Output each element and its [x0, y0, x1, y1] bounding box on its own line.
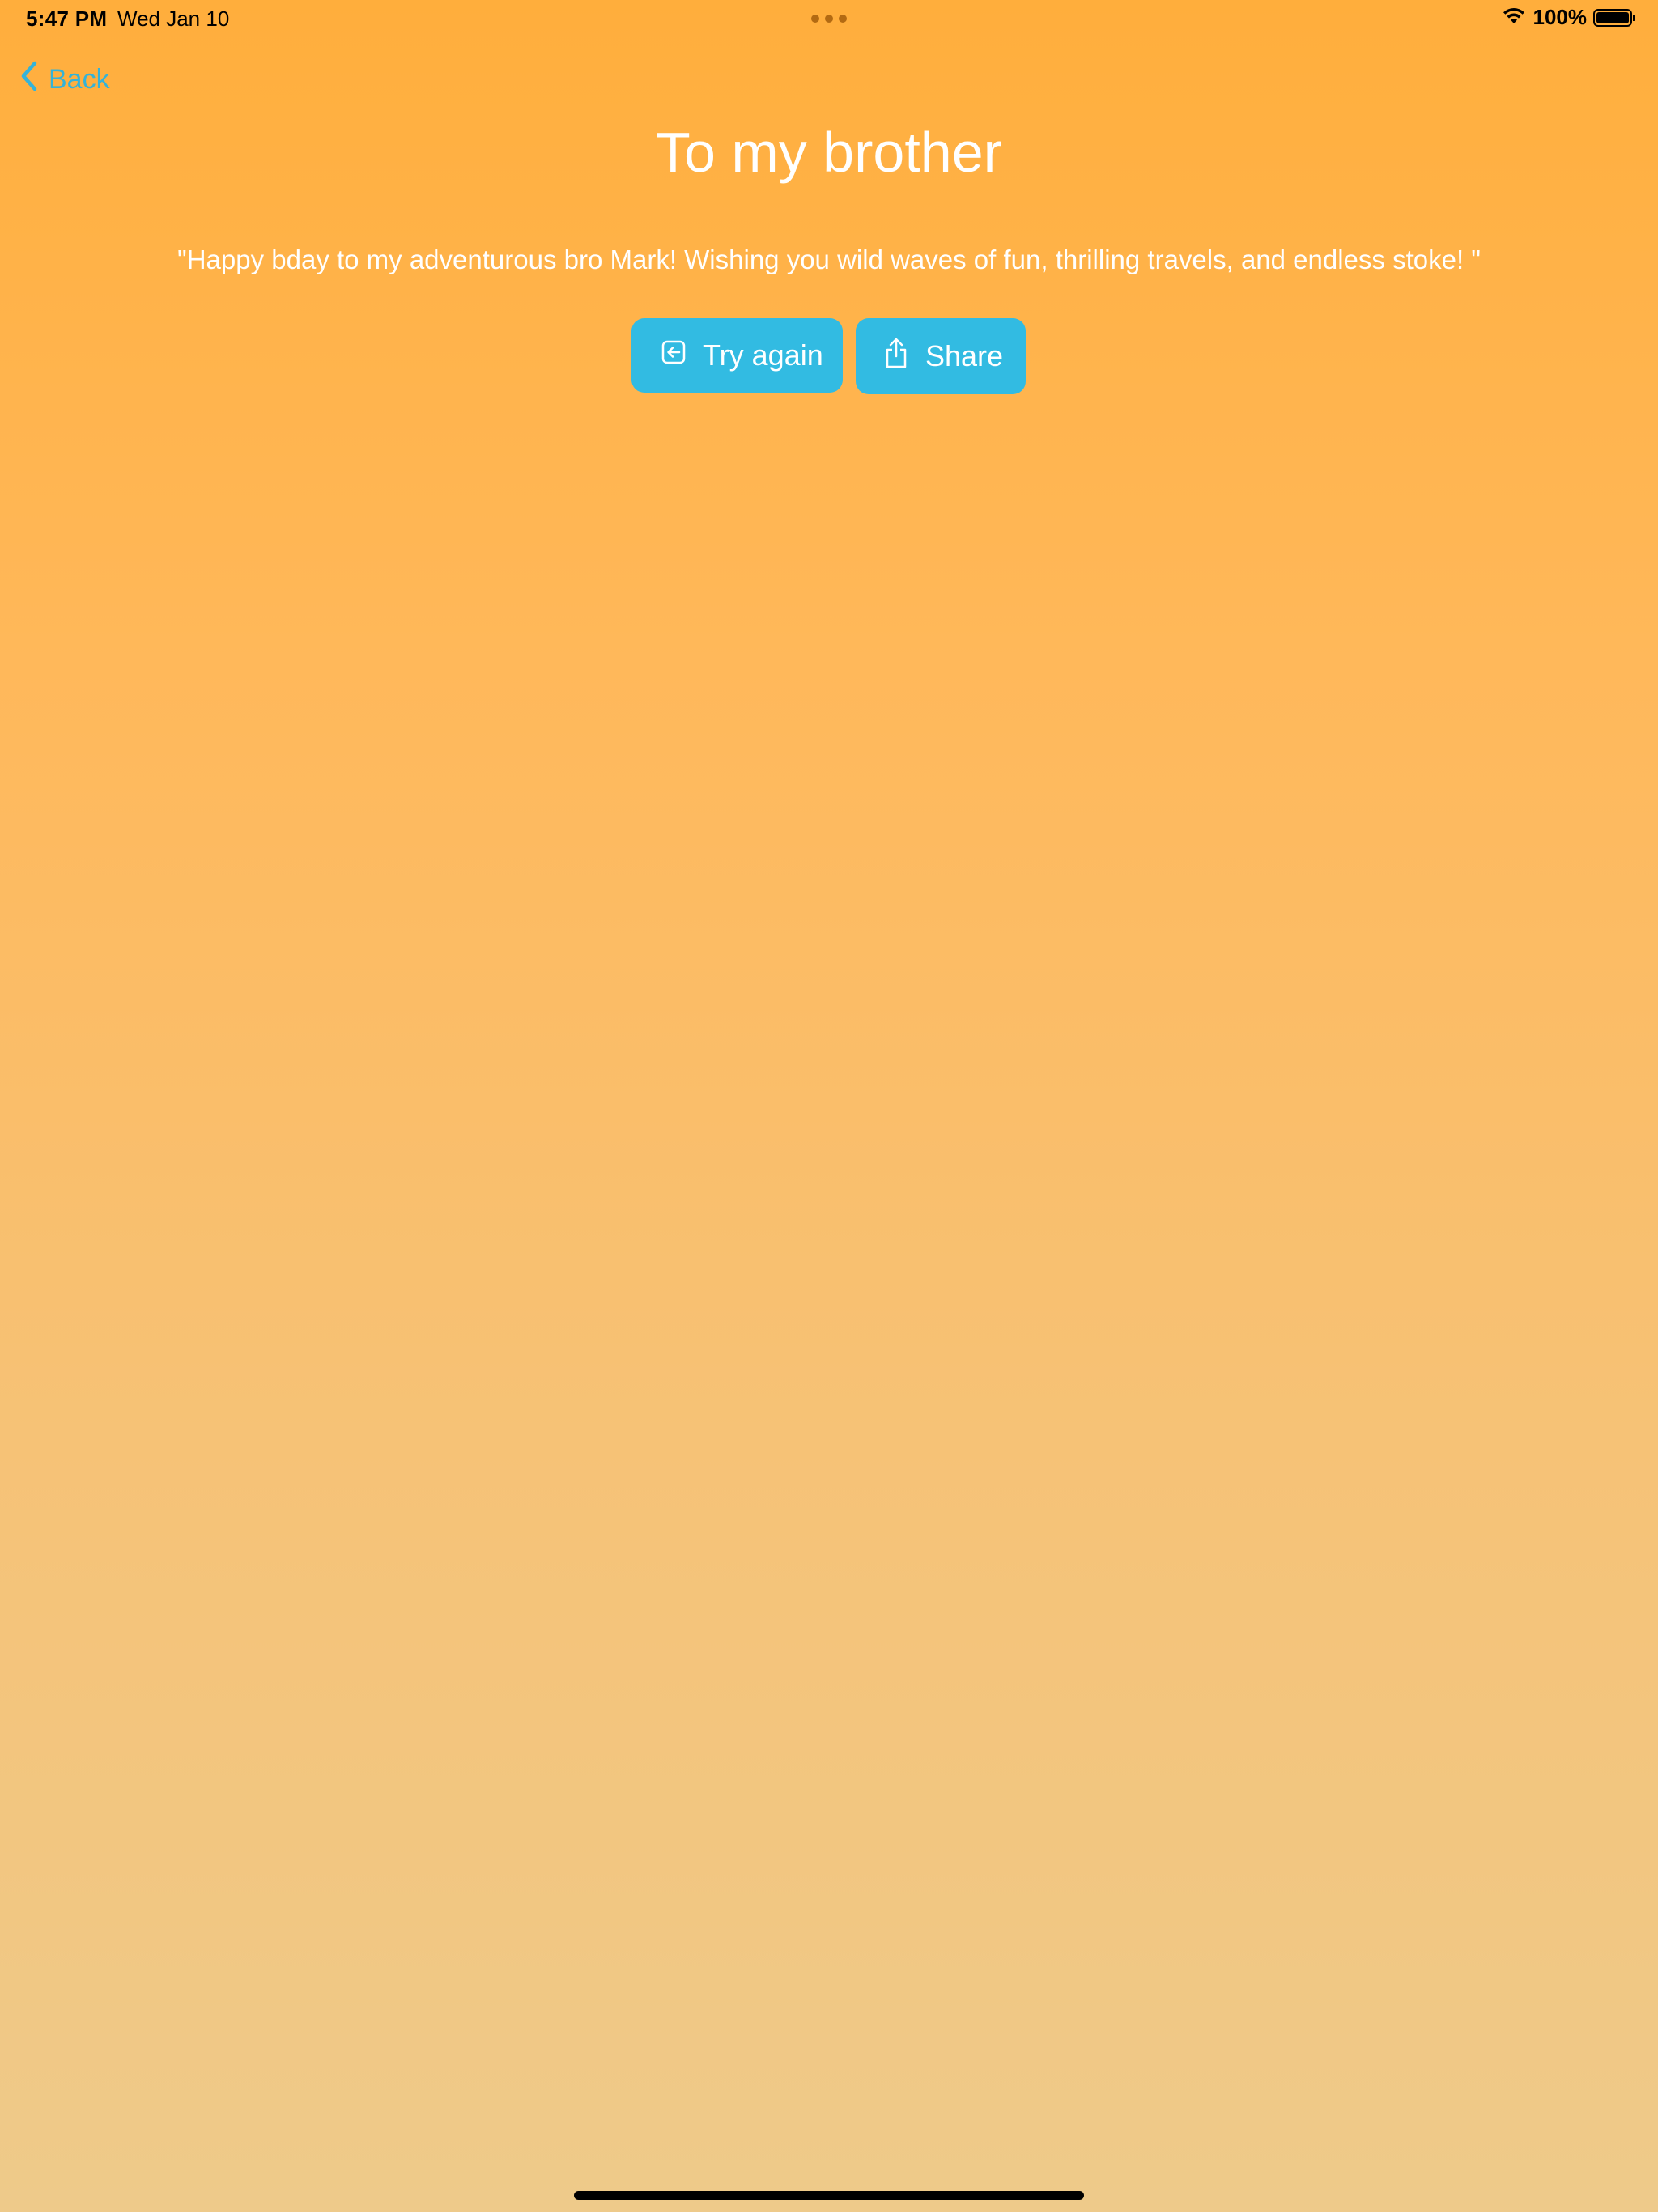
battery-icon [1593, 8, 1635, 27]
status-indicators: 100% [1501, 5, 1635, 30]
page-title: To my brother [656, 121, 1002, 184]
status-bar: 5:47 PM Wed Jan 10 100% [0, 0, 1658, 39]
multitasking-menu-icon[interactable] [811, 15, 847, 23]
share-label: Share [925, 339, 1004, 372]
action-buttons: Try again Share [631, 318, 1026, 394]
battery-percentage: 100% [1533, 5, 1588, 29]
birthday-message: "Happy bday to my adventurous bro Mark! … [176, 245, 1482, 274]
share-icon [883, 337, 909, 376]
arrow-left-square-icon [661, 338, 687, 372]
share-button[interactable]: Share [856, 318, 1026, 394]
chevron-left-icon [19, 60, 39, 100]
try-again-label: Try again [703, 338, 823, 372]
back-button[interactable]: Back [19, 60, 110, 100]
home-indicator[interactable] [574, 2191, 1084, 2200]
wifi-icon [1501, 6, 1527, 29]
try-again-button[interactable]: Try again [631, 318, 843, 393]
status-date: Wed Jan 10 [117, 6, 230, 31]
status-time: 5:47 PM [26, 6, 108, 31]
back-label: Back [49, 64, 110, 95]
